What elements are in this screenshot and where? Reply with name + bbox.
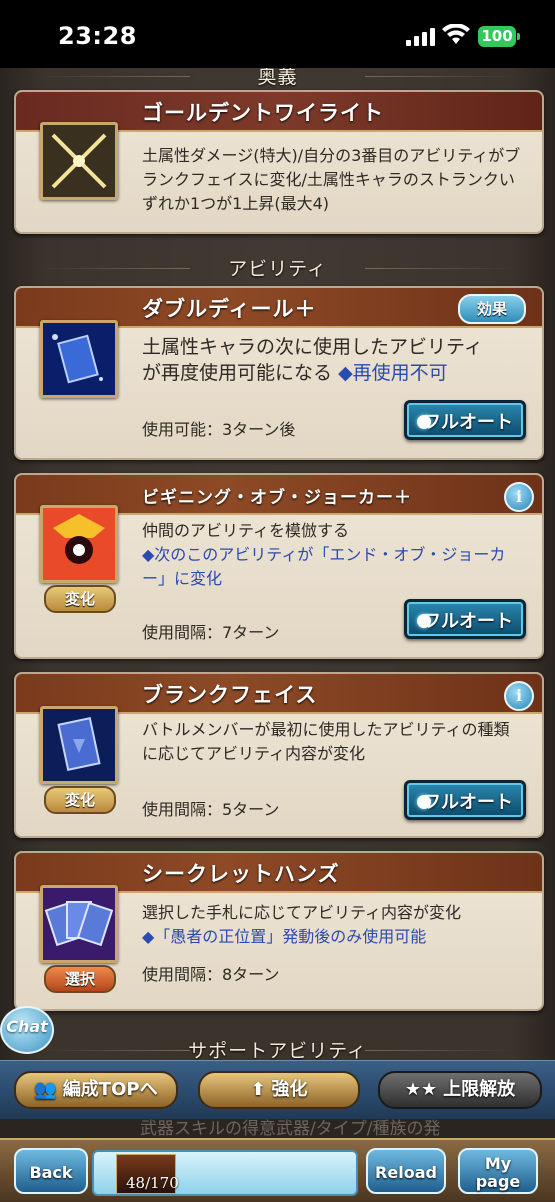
- ability-note: ◆「愚者の正位置」発動後のみ使用可能: [142, 927, 427, 946]
- transform-tag-button[interactable]: 変化: [44, 585, 116, 613]
- full-auto-label: フルオート: [423, 412, 513, 433]
- ability-title: ブランクフェイス: [142, 683, 318, 707]
- support-ability-text-partial: 武器スキルの得意武器/タイプ/種族の発: [140, 1119, 441, 1139]
- my-page-label-line1: My: [484, 1154, 512, 1173]
- upgrade-arrow-icon: ⬆: [250, 1079, 266, 1100]
- party-top-button[interactable]: 👥 編成TOPへ: [14, 1071, 178, 1109]
- toggle-dot-icon: [417, 795, 431, 809]
- joker-ability-icon: [40, 505, 118, 583]
- back-button[interactable]: Back: [14, 1148, 88, 1194]
- ability-title: シークレットハンズ: [142, 862, 340, 886]
- ability-description-line: 仲間のアビリティを模倣する: [142, 521, 350, 540]
- transform-tag-button[interactable]: 変化: [44, 786, 116, 814]
- ability-description-line: 選択した手札に応じてアビリティ内容が変化: [142, 903, 462, 922]
- ougi-description: 土属性ダメージ(特大)/自分の3番目のアビリティがブランクフェイスに変化/土属性…: [142, 146, 521, 213]
- reload-label: Reload: [375, 1163, 437, 1182]
- my-page-label-line2: page: [475, 1172, 521, 1191]
- ability-card-beginning-of-joker[interactable]: ビギニング・オブ・ジョーカー＋ i 変化 仲間のアビリティを模倣する ◆次のこの…: [14, 473, 544, 659]
- crossed-swords-icon: [40, 122, 118, 200]
- ability-description: 選択した手札に応じてアビリティ内容が変化 ◆「愚者の正位置」発動後のみ使用可能: [142, 901, 522, 949]
- toggle-dot-icon: [417, 415, 431, 429]
- ability-card-blank-face[interactable]: ブランクフェイス i 変化 バトルメンバーが最初に使用したアビリティの種類に応じ…: [14, 672, 544, 838]
- toggle-dot-icon: [417, 614, 431, 628]
- ability-cooldown: 使用間隔：5ターン: [142, 800, 280, 819]
- party-icon: 👥: [34, 1079, 57, 1100]
- ability-description: バトルメンバーが最初に使用したアビリティの種類に応じてアビリティ内容が変化: [142, 720, 510, 763]
- ability-note: ◆次のこのアビリティが「エンド・オブ・ジョーカー」に変化: [142, 545, 506, 588]
- ougi-section-header: 奥義: [0, 68, 555, 89]
- ability-description-line: 土属性キャラの次に使用したアビリティ: [142, 336, 483, 358]
- ability-section-header: アビリティ: [0, 254, 555, 281]
- ability-title: ビギニング・オブ・ジョーカー＋: [142, 488, 412, 508]
- effect-badge-button[interactable]: 効果: [458, 294, 526, 324]
- cards-ability-icon: [40, 320, 118, 398]
- wifi-icon: [442, 24, 470, 44]
- support-section-header: サポートアビリティ: [0, 1036, 555, 1063]
- ougi-title: ゴールデントワイライト: [142, 101, 384, 125]
- info-icon[interactable]: i: [504, 482, 534, 512]
- ability-cooldown: 使用間隔：7ターン: [142, 623, 280, 642]
- enhance-button[interactable]: ⬆ 強化: [198, 1071, 360, 1109]
- ability-card-secret-hands[interactable]: シークレットハンズ 選択 選択した手札に応じてアビリティ内容が変化 ◆「愚者の正…: [14, 851, 544, 1011]
- full-auto-button[interactable]: フルオート: [404, 780, 526, 820]
- ability-description-line: が再度使用可能になる: [142, 362, 333, 384]
- status-bar: 23:28 100: [0, 0, 555, 68]
- back-label: Back: [29, 1163, 73, 1182]
- ability-title: ダブルディール＋: [142, 297, 317, 321]
- enhance-label: 強化: [271, 1079, 308, 1100]
- reload-button[interactable]: Reload: [366, 1148, 446, 1194]
- info-icon[interactable]: i: [504, 681, 534, 711]
- full-auto-button[interactable]: フルオート: [404, 599, 526, 639]
- my-page-button[interactable]: My page: [458, 1148, 538, 1194]
- select-tag-button[interactable]: 選択: [44, 965, 116, 993]
- chat-button[interactable]: Chat: [0, 1006, 54, 1054]
- cellular-signal-icon: [406, 28, 436, 46]
- secret-hands-ability-icon: [40, 885, 118, 963]
- battery-icon: 100: [478, 26, 520, 47]
- stars-icon: ★★: [404, 1079, 438, 1100]
- ougi-card: ゴールデントワイライト 土属性ダメージ(特大)/自分の3番目のアビリティがブラン…: [14, 90, 544, 234]
- full-auto-label: フルオート: [423, 611, 513, 632]
- stamina-value: 48/170: [126, 1174, 179, 1192]
- uncap-button[interactable]: ★★ 上限解放: [378, 1071, 542, 1109]
- ability-cooldown: 使用間隔：8ターン: [142, 965, 280, 984]
- bottom-nav: Back 48/170 Reload My page: [0, 1138, 555, 1202]
- action-bar: 👥 編成TOPへ ⬆ 強化 ★★ 上限解放: [0, 1060, 555, 1119]
- party-top-label: 編成TOPへ: [62, 1079, 158, 1100]
- ability-note: ◆再使用不可: [338, 362, 448, 384]
- ability-description: 土属性キャラの次に使用したアビリティ が再度使用可能になる ◆再使用不可: [142, 334, 532, 386]
- weapon-detail-scroll[interactable]: 奥義 ゴールデントワイライト 土属性ダメージ(特大)/自分の3番目のアビリティが…: [0, 68, 555, 1080]
- blank-card-ability-icon: [40, 706, 118, 784]
- clock: 23:28: [58, 22, 137, 50]
- stamina-gauge[interactable]: 48/170: [92, 1150, 358, 1196]
- full-auto-label: フルオート: [423, 792, 513, 813]
- uncap-label: 上限解放: [443, 1079, 516, 1100]
- ability-description: 仲間のアビリティを模倣する ◆次のこのアビリティが「エンド・オブ・ジョーカー」に…: [142, 519, 522, 591]
- full-auto-button[interactable]: フルオート: [404, 400, 526, 440]
- ability-card-double-deal[interactable]: ダブルディール＋ 効果 土属性キャラの次に使用したアビリティ が再度使用可能にな…: [14, 286, 544, 460]
- ability-cooldown-status: 使用可能：3ターン後: [142, 420, 296, 439]
